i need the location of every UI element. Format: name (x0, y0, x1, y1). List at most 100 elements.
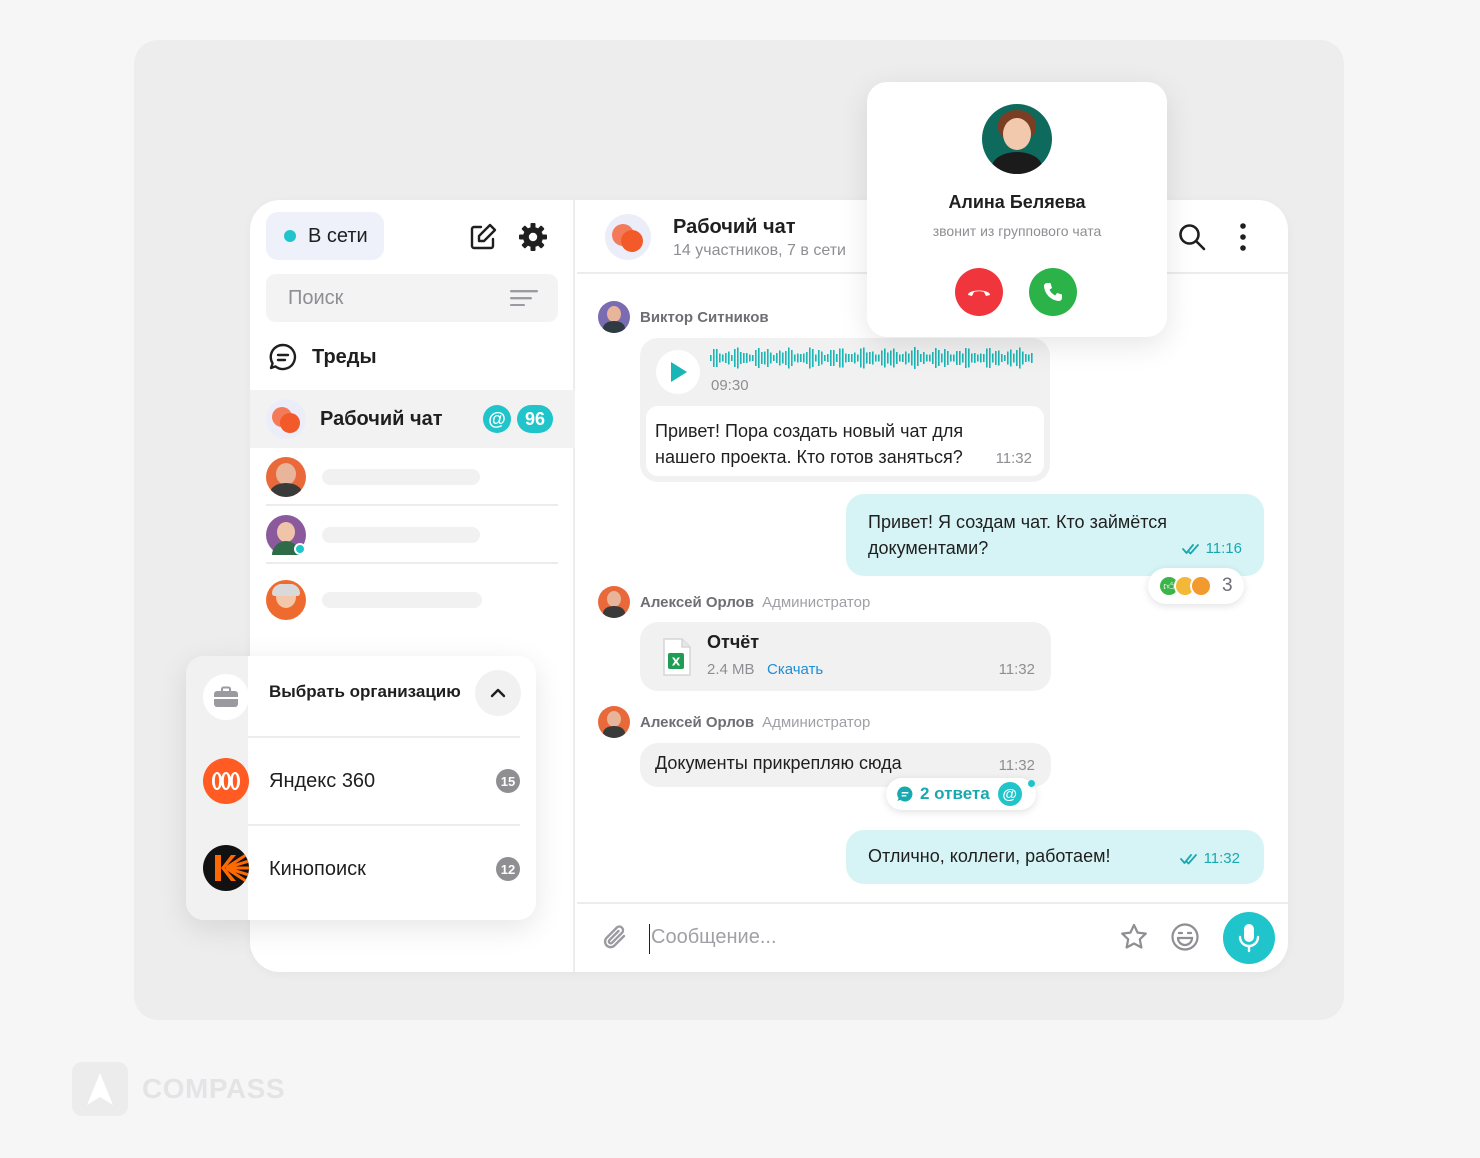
file-message[interactable]: X Отчёт 2.4 MB Скачать 11:32 (640, 622, 1051, 691)
voice-record-button[interactable] (1223, 912, 1275, 964)
gear-icon[interactable] (516, 220, 550, 254)
file-size: 2.4 MB (707, 661, 755, 678)
chat-list-item[interactable] (266, 450, 558, 506)
message-time: 11:32 (995, 450, 1032, 467)
search-icon[interactable] (1175, 220, 1209, 254)
avatar (598, 586, 630, 618)
download-link[interactable]: Скачать (767, 661, 823, 678)
hang-up-icon (968, 290, 990, 296)
laugh-icon (1190, 575, 1212, 597)
search-input[interactable]: Поиск (266, 274, 558, 322)
reactions-pill[interactable]: 👍︎ 3 (1148, 568, 1244, 604)
message-text-line: Привет! Я создам чат. Кто займётся (868, 512, 1168, 532)
compass-brand: COMPASS (72, 1062, 285, 1116)
status-button[interactable]: В сети (266, 212, 384, 260)
chevron-up-icon[interactable] (475, 670, 521, 716)
incoming-message[interactable]: 09:30 Привет! Пора создать новый чат для… (640, 338, 1050, 482)
org-name: Яндекс 360 (269, 769, 376, 792)
unread-badge: 96 (517, 405, 553, 433)
caller-avatar (982, 104, 1052, 174)
compose-icon[interactable] (466, 220, 500, 254)
thread-replies-count: 2 ответа (920, 784, 990, 803)
yandex-360-logo (203, 758, 249, 804)
work-chat-logo (605, 214, 651, 260)
unread-dot (1028, 780, 1035, 787)
read-receipt-icon (1181, 543, 1199, 554)
threads-link[interactable]: Треды (268, 342, 377, 372)
reactions-count: 3 (1222, 575, 1233, 596)
play-button[interactable] (656, 350, 700, 394)
sender-role: Администратор (762, 593, 871, 611)
mention-badge: @ (483, 405, 511, 433)
message-sender: Алексей Орлов Администратор (598, 586, 870, 618)
online-indicator (294, 543, 306, 555)
avatar (266, 457, 306, 497)
text-cursor (649, 924, 650, 954)
outgoing-message[interactable]: Отлично, коллеги, работаем! 11:32 (846, 830, 1264, 884)
brand-name: COMPASS (142, 1073, 285, 1104)
message-text: Документы прикрепляю сюда (655, 753, 902, 773)
decline-call-button[interactable] (955, 268, 1003, 316)
compass-logo-icon (72, 1062, 128, 1116)
mention-badge: @ (997, 782, 1022, 806)
message-text: Отлично, коллеги, работаем! (868, 846, 1111, 866)
org-unread-count: 15 (496, 769, 520, 793)
message-input[interactable]: Сообщение... (651, 926, 777, 949)
kinopoisk-logo (203, 845, 249, 891)
phone-icon (1044, 283, 1062, 301)
chat-list-item-work-chat[interactable]: Рабочий чат @ 96 (250, 390, 575, 448)
emoji-icon[interactable] (1168, 920, 1202, 954)
chat-title[interactable]: Рабочий чат (673, 216, 796, 239)
skeleton-line (322, 592, 482, 608)
work-chat-logo (266, 399, 306, 439)
chat-list-item[interactable] (266, 572, 558, 628)
accept-call-button[interactable] (1029, 268, 1077, 316)
search-placeholder: Поиск (288, 286, 344, 309)
skeleton-line (322, 469, 480, 485)
org-item-kinopoisk[interactable]: Кинопоиск 12 (186, 826, 536, 912)
message-time: 11:32 (998, 757, 1035, 774)
avatar (598, 301, 630, 333)
paperclip-icon[interactable] (599, 921, 633, 955)
sender-name: Виктор Ситников (640, 308, 769, 326)
thread-replies-button[interactable]: 2 ответа @ (886, 778, 1036, 810)
org-menu-header[interactable]: Выбрать организацию (186, 656, 536, 742)
status-label: В сети (308, 224, 368, 247)
more-options-icon[interactable] (1233, 220, 1253, 254)
thread-icon (897, 786, 913, 802)
voice-waveform[interactable] (710, 346, 1034, 370)
message-text-line: нашего проекта. Кто готов заняться? (655, 447, 963, 467)
message-sender: Виктор Ситников (598, 301, 769, 333)
chat-list-item[interactable] (266, 508, 558, 564)
skeleton-line (322, 527, 480, 543)
call-description: звонит из группового чата (932, 223, 1102, 239)
excel-file-icon: X (662, 637, 692, 677)
threads-icon (269, 343, 297, 371)
avatar (266, 515, 306, 555)
message-time: 11:16 (1205, 540, 1242, 557)
message-text-line: Привет! Пора создать новый чат для (655, 421, 964, 441)
star-icon[interactable] (1117, 920, 1151, 954)
message-text-block: Привет! Пора создать новый чат для нашег… (646, 406, 1044, 476)
briefcase-icon (203, 674, 249, 720)
message-composer: Сообщение... (577, 902, 1288, 972)
sender-name: Алексей Орлов (640, 713, 755, 731)
sender-role: Администратор (762, 713, 871, 731)
incoming-call-card: Алина Беляева звонит из группового чата (867, 82, 1167, 337)
sender-name: Алексей Орлов (640, 593, 755, 611)
microphone-icon (1238, 924, 1260, 953)
message-text-line: документами? (868, 538, 989, 558)
file-name: Отчёт (707, 632, 760, 652)
filter-icon[interactable] (510, 290, 538, 306)
org-menu-title: Выбрать организацию (269, 682, 461, 701)
avatar (598, 706, 630, 738)
online-status-dot (284, 230, 296, 242)
avatar (266, 580, 306, 620)
message-sender: Алексей Орлов Администратор (598, 706, 870, 738)
outgoing-message[interactable]: Привет! Я создам чат. Кто займётся докум… (846, 494, 1264, 576)
chat-members-count: 14 участников, 7 в сети (673, 242, 846, 259)
svg-text:X: X (672, 656, 681, 669)
org-name: Кинопоиск (269, 857, 366, 880)
org-item-yandex-360[interactable]: Яндекс 360 15 (186, 738, 536, 824)
play-icon (671, 362, 687, 382)
